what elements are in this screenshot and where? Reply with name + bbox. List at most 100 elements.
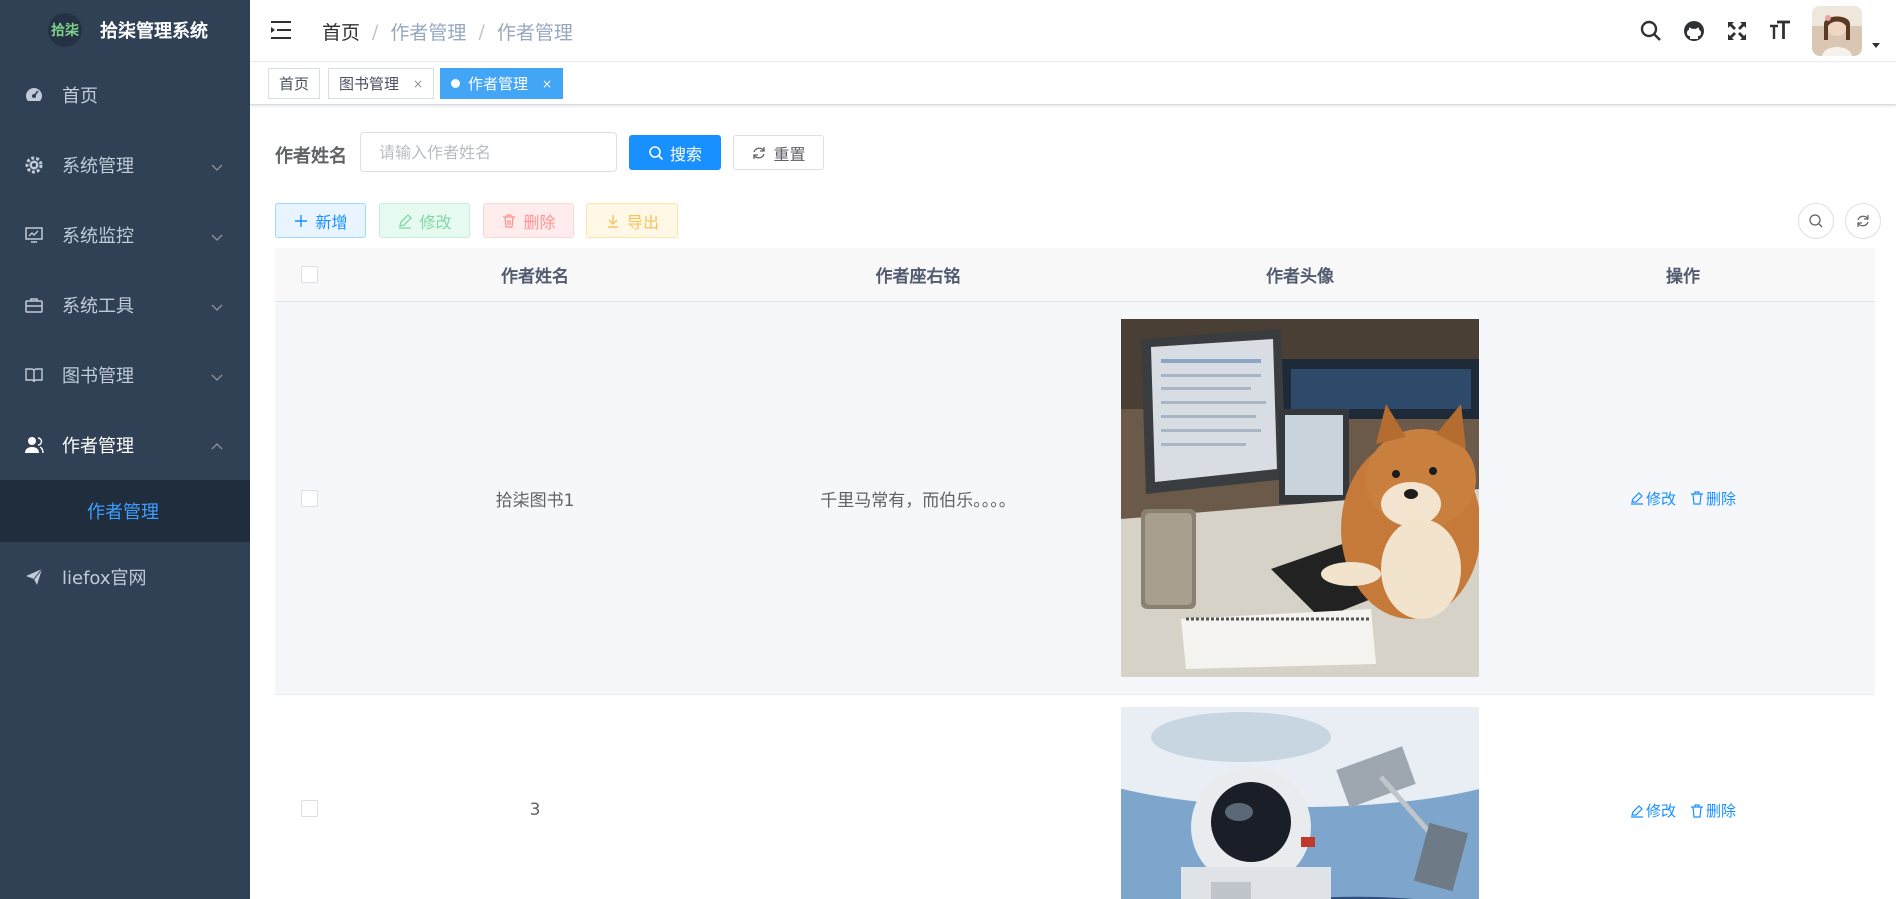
main-content: 作者姓名 搜索 重置 新增 修改 删除 导出 [250, 106, 1896, 899]
astronaut-in-space-image[interactable] [1121, 707, 1479, 899]
search-button-label: 搜索 [669, 144, 702, 164]
row-delete-link[interactable]: 删除 [1690, 800, 1736, 821]
close-icon[interactable]: × [413, 77, 423, 91]
tag-label: 图书管理 [339, 75, 400, 93]
row-checkbox[interactable] [300, 489, 318, 507]
avatar[interactable] [1812, 6, 1862, 56]
row-delete-link[interactable]: 删除 [1690, 488, 1736, 509]
row-edit-link[interactable]: 修改 [1630, 488, 1676, 509]
sidebar-item-liefox[interactable]: liefox官网 [0, 542, 250, 612]
export-button[interactable]: 导出 [586, 203, 678, 238]
logo[interactable]: 拾柒 拾柒管理系统 [0, 0, 250, 60]
github-icon[interactable] [1681, 18, 1707, 44]
user-icon [24, 435, 44, 455]
delete-button-label: 删除 [523, 212, 556, 232]
caret-down-icon[interactable] [1870, 36, 1882, 48]
send-icon [24, 567, 44, 587]
shiba-at-desk-image[interactable] [1121, 319, 1479, 677]
row-checkbox[interactable] [300, 800, 318, 817]
sidebar-item-monitor[interactable]: 系统监控 [0, 200, 250, 270]
chevron-down-icon [210, 368, 224, 382]
trash-icon [1691, 803, 1703, 818]
gear-icon [24, 155, 44, 175]
author-avatar-cell [1109, 707, 1491, 899]
monitor-icon [24, 225, 44, 245]
plus-icon [293, 213, 309, 229]
edit-icon [397, 213, 413, 229]
search-button[interactable]: 搜索 [629, 135, 721, 170]
search-icon [648, 145, 664, 161]
toolbox-icon [24, 295, 44, 315]
sidebar-item-authors[interactable]: 作者管理 [0, 410, 250, 480]
tag-books[interactable]: 图书管理 × [328, 68, 435, 99]
edit-button-label: 修改 [419, 212, 452, 232]
search-icon [1809, 214, 1823, 228]
tag-label: 作者管理 [468, 75, 529, 93]
breadcrumb-separator: / [478, 20, 485, 43]
font-size-icon[interactable] [1767, 18, 1793, 44]
add-button[interactable]: 新增 [275, 203, 366, 238]
sidebar-subitem-author-management[interactable]: 作者管理 [0, 480, 250, 542]
row-delete-label: 删除 [1706, 489, 1737, 508]
breadcrumb-home[interactable]: 首页 [322, 18, 360, 45]
tag-home[interactable]: 首页 [268, 68, 321, 99]
chevron-down-icon [210, 298, 224, 312]
tag-label: 首页 [279, 75, 310, 93]
active-dot [451, 79, 460, 88]
author-name-cell: 拾柒图书1 [495, 490, 575, 511]
sidebar-item-system[interactable]: 系统管理 [0, 130, 250, 200]
column-header-avatar[interactable]: 作者头像 [1109, 262, 1491, 287]
logo-title: 拾柒管理系统 [100, 21, 208, 42]
chevron-down-icon [210, 228, 224, 242]
column-header-actions: 操作 [1666, 267, 1700, 287]
table-header: 作者姓名 作者座右铭 作者头像 操作 [275, 248, 1875, 302]
fullscreen-icon[interactable] [1724, 18, 1750, 44]
edit-button[interactable]: 修改 [379, 203, 470, 238]
refresh-icon [1857, 215, 1869, 227]
reset-button[interactable]: 重置 [733, 135, 824, 170]
tag-authors[interactable]: 作者管理 × [440, 68, 564, 99]
sidebar-item-home[interactable]: 首页 [0, 60, 250, 130]
row-edit-label: 修改 [1645, 802, 1676, 820]
navbar: 首页 / 作者管理 / 作者管理 [250, 0, 1896, 62]
toggle-search-button[interactable] [1798, 203, 1834, 239]
row-checkbox-cell [275, 800, 343, 817]
breadcrumb-item: 作者管理 [390, 22, 467, 44]
chevron-down-icon [210, 158, 224, 172]
delete-button[interactable]: 删除 [483, 203, 574, 238]
row-actions-cell: 修改 删除 [1491, 800, 1875, 821]
sidebar-item-label: 系统管理 [62, 156, 134, 177]
search-label: 作者姓名 [275, 146, 347, 167]
sidebar-item-label: 系统工具 [62, 296, 134, 317]
trash-icon [501, 213, 517, 229]
breadcrumb-current: 作者管理 [496, 22, 573, 44]
author-table: 作者姓名 作者座右铭 作者头像 操作 拾柒图书1 千里马常有，而伯乐。。。。 修… [275, 248, 1875, 899]
author-avatar-cell [1109, 319, 1491, 677]
close-icon[interactable]: × [542, 77, 552, 91]
column-header-motto[interactable]: 作者座右铭 [727, 262, 1109, 287]
hamburger-icon[interactable] [270, 20, 292, 40]
table-row[interactable]: 3 修改 删除 [275, 695, 1875, 899]
author-motto-cell: 千里马常有，而伯乐。。。。 [820, 490, 1016, 511]
sidebar-item-label: 作者管理 [62, 436, 134, 457]
sidebar-item-tools[interactable]: 系统工具 [0, 270, 250, 340]
row-edit-label: 修改 [1645, 489, 1676, 508]
table-row[interactable]: 拾柒图书1 千里马常有，而伯乐。。。。 修改 删除 [275, 302, 1875, 695]
author-name-input[interactable] [360, 132, 617, 172]
reset-button-label: 重置 [773, 144, 806, 164]
export-button-label: 导出 [626, 212, 659, 232]
author-name-cell: 3 [529, 800, 541, 820]
select-all-checkbox[interactable] [300, 266, 318, 283]
sidebar-item-label: 图书管理 [62, 366, 134, 387]
row-edit-link[interactable]: 修改 [1630, 800, 1676, 821]
logo-mark: 拾柒 [48, 13, 82, 47]
app-root: 拾柒 拾柒管理系统 首页 系统管理 系统监控 系统工具 图书管理 作者管理 作者… [0, 0, 1896, 899]
search-icon[interactable] [1638, 18, 1664, 44]
chevron-up-icon [210, 438, 224, 452]
sidebar-item-books[interactable]: 图书管理 [0, 340, 250, 410]
column-header-name[interactable]: 作者姓名 [343, 262, 727, 287]
download-icon [605, 213, 621, 229]
header-checkbox-cell [275, 266, 343, 283]
add-button-label: 新增 [315, 212, 348, 232]
refresh-table-button[interactable] [1845, 203, 1881, 239]
